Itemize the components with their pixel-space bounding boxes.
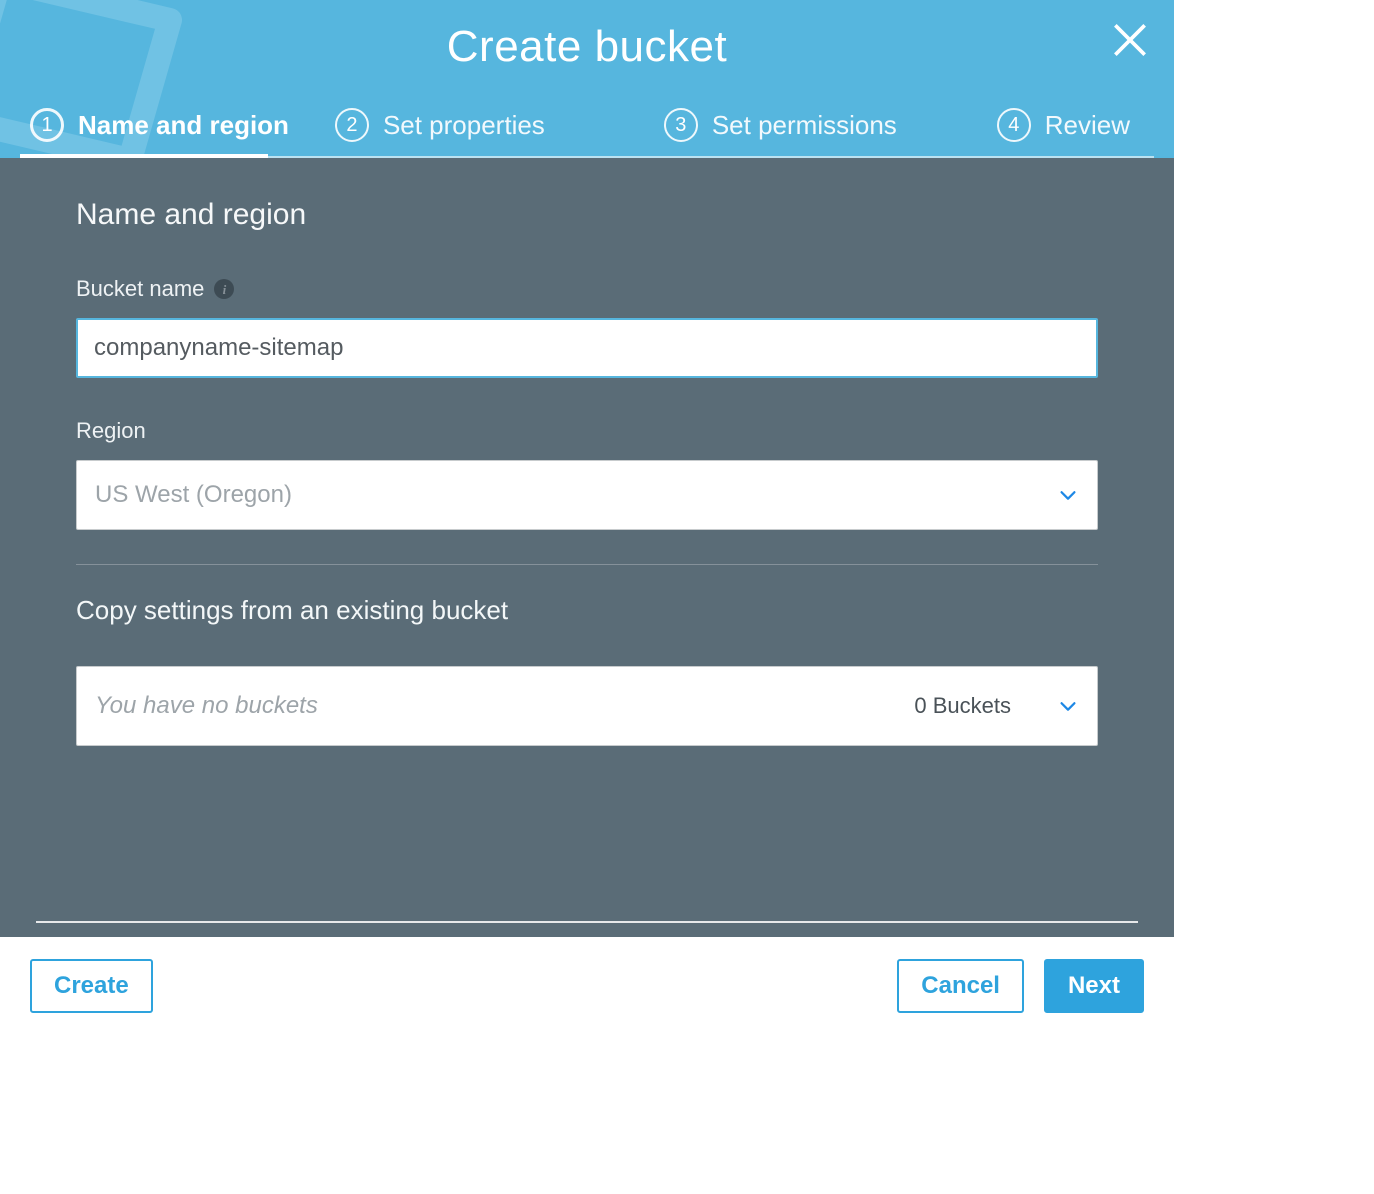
close-icon: [1108, 18, 1152, 62]
create-button[interactable]: Create: [30, 959, 153, 1013]
region-select[interactable]: US West (Oregon): [76, 460, 1098, 530]
create-bucket-modal: Create bucket 1 Name and region 2 Set pr…: [0, 0, 1174, 1035]
step-label: Set properties: [383, 110, 545, 141]
copy-settings-select[interactable]: You have no buckets 0 Buckets: [76, 666, 1098, 746]
section-divider: [76, 564, 1098, 565]
bucket-name-label: Bucket name: [76, 276, 204, 302]
step-number-badge: 3: [664, 108, 698, 142]
cancel-button[interactable]: Cancel: [897, 959, 1024, 1013]
step-number-badge: 1: [30, 108, 64, 142]
chevron-down-icon: [1057, 695, 1079, 717]
bucket-name-label-row: Bucket name i: [76, 276, 1098, 302]
region-selected-value: US West (Oregon): [95, 481, 292, 509]
footer-separator-wrap: [0, 879, 1174, 923]
modal-footer: Create Cancel Next: [0, 937, 1174, 1035]
info-icon: i: [223, 283, 227, 296]
region-label-row: Region: [76, 418, 1098, 444]
step-number-badge: 4: [997, 108, 1031, 142]
modal-header: Create bucket 1 Name and region 2 Set pr…: [0, 0, 1174, 158]
spacer: [0, 923, 1174, 937]
step-set-properties[interactable]: 2 Set properties: [325, 98, 654, 156]
stepper-underline: [20, 156, 1154, 158]
bucket-name-input[interactable]: [76, 318, 1098, 378]
step-review[interactable]: 4 Review: [983, 98, 1154, 156]
next-button[interactable]: Next: [1044, 959, 1144, 1013]
step-label: Review: [1045, 110, 1130, 141]
bucket-name-info-button[interactable]: i: [214, 279, 234, 299]
close-button[interactable]: [1108, 18, 1152, 62]
wizard-stepper: 1 Name and region 2 Set properties 3 Set…: [0, 98, 1174, 156]
chevron-down-icon: [1057, 484, 1079, 506]
copy-settings-label: Copy settings from an existing bucket: [76, 595, 1098, 626]
modal-title: Create bucket: [0, 10, 1174, 98]
stepper-active-indicator: [20, 154, 268, 158]
modal-body: Name and region Bucket name i Region US …: [0, 158, 1174, 879]
region-label: Region: [76, 418, 146, 444]
footer-right-group: Cancel Next: [897, 959, 1144, 1013]
step-number-badge: 2: [335, 108, 369, 142]
step-label: Name and region: [78, 110, 289, 141]
step-name-and-region[interactable]: 1 Name and region: [20, 98, 325, 156]
copy-settings-placeholder: You have no buckets: [95, 692, 898, 720]
step-set-permissions[interactable]: 3 Set permissions: [654, 98, 983, 156]
copy-settings-count: 0 Buckets: [914, 693, 1011, 719]
step-label: Set permissions: [712, 110, 897, 141]
section-title: Name and region: [76, 198, 1098, 232]
